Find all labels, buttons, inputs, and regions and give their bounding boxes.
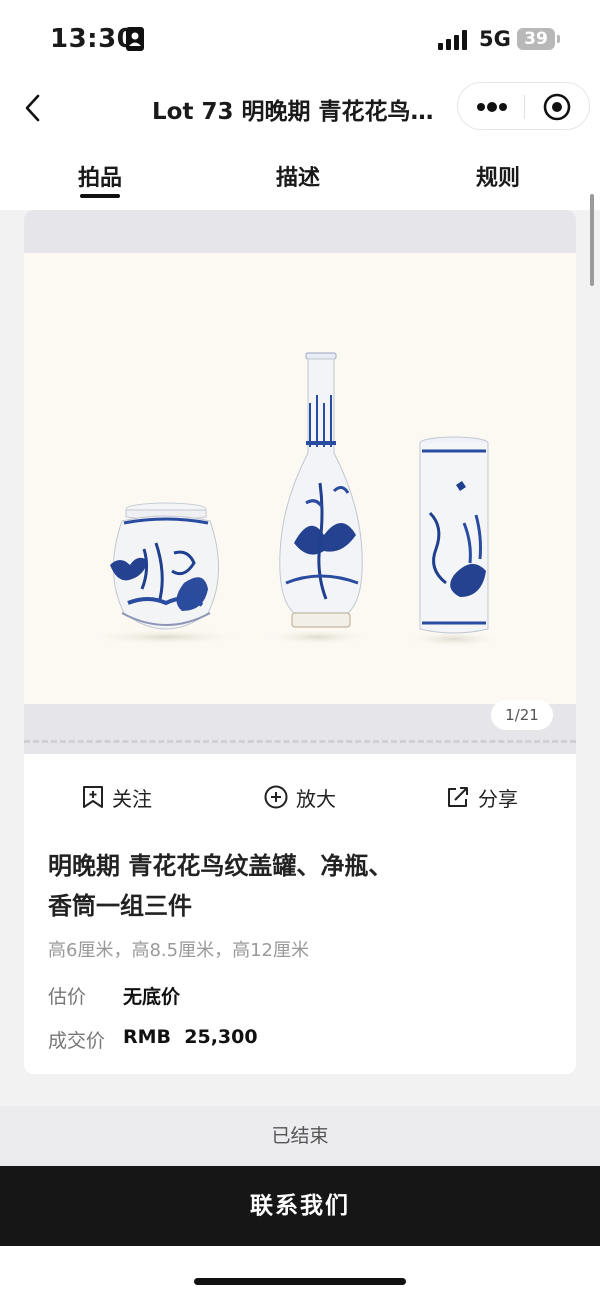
- lot-title-line1: 明晚期 青花花鸟纹盖罐、净瓶、: [48, 852, 393, 880]
- home-area: [0, 1246, 600, 1298]
- scrollbar[interactable]: [590, 194, 594, 286]
- active-tab-indicator: [80, 194, 120, 198]
- status-bar: 13:30 5G 39: [0, 0, 600, 80]
- capsule-divider: [524, 95, 525, 119]
- page-title: Lot 73 明晚期 青花花鸟…: [152, 99, 434, 125]
- home-indicator[interactable]: [194, 1278, 406, 1285]
- share-icon: [448, 787, 468, 807]
- share-button[interactable]: 分享: [446, 782, 518, 812]
- signal-icon: [438, 30, 467, 50]
- more-icon[interactable]: [466, 91, 518, 123]
- lot-title: 明晚期 青花花鸟纹盖罐、净瓶、 香筒一组三件: [48, 846, 468, 926]
- vase: [279, 352, 363, 628]
- zoom-button[interactable]: 放大: [264, 782, 336, 812]
- follow-label: 关注: [112, 786, 152, 811]
- nav-bar: Lot 73 明晚期 青花花鸟…: [0, 80, 600, 142]
- estimate-value: 无底价: [123, 986, 181, 1008]
- lot-dimensions: 高6厘米，高8.5厘米，高12厘米: [48, 940, 309, 961]
- battery-tip: [557, 35, 560, 43]
- zoom-label: 放大: [296, 786, 336, 811]
- image-gallery[interactable]: 1/21: [24, 210, 576, 754]
- contact-us-button[interactable]: 联系我们: [0, 1166, 600, 1246]
- estimate-label: 估价: [48, 986, 87, 1008]
- network-type: 5G: [479, 27, 511, 51]
- close-target-icon[interactable]: [536, 91, 578, 123]
- page-indicator: 1/21: [491, 700, 553, 730]
- share-label: 分享: [478, 786, 518, 811]
- id-card-icon: [126, 27, 144, 51]
- tab-rules[interactable]: 规则: [476, 160, 520, 192]
- action-row: 关注 放大 分享: [24, 754, 576, 840]
- back-icon[interactable]: [20, 90, 52, 126]
- follow-button[interactable]: 关注: [82, 782, 152, 812]
- tab-description[interactable]: 描述: [276, 160, 320, 192]
- lot-card: 1/21 关注 放大 分享 明晚期 青花花鸟纹盖罐、净瓶、 香筒一组三件 高6厘…: [24, 210, 576, 1074]
- mini-program-capsule: [457, 82, 590, 130]
- tab-bar: 拍品 描述 规则: [0, 142, 600, 210]
- covered-jar: [110, 502, 219, 630]
- incense-tube: [419, 436, 489, 634]
- status-time: 13:30: [50, 24, 136, 54]
- lot-title-line2: 香筒一组三件: [48, 892, 192, 920]
- auction-status: 已结束: [0, 1106, 600, 1166]
- tab-lot[interactable]: 拍品: [78, 160, 122, 192]
- divider: [24, 740, 576, 743]
- sold-price-value: RMB 25,300: [123, 1026, 258, 1048]
- sold-price-label: 成交价: [48, 1030, 106, 1052]
- bookmark-plus-icon: [83, 786, 103, 808]
- porcelain-photo[interactable]: [24, 253, 576, 704]
- battery-icon: 39: [517, 28, 555, 50]
- zoom-in-icon: [264, 785, 288, 809]
